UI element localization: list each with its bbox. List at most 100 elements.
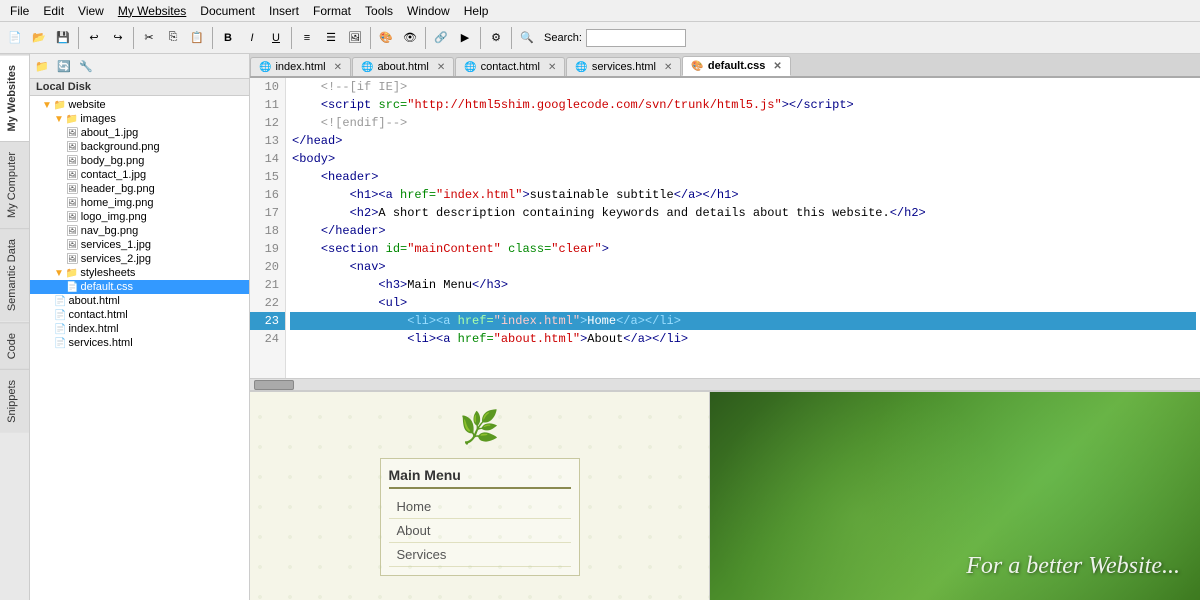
toolbar-preview[interactable]: 👁: [399, 27, 421, 49]
file-label: contact_1.jpg: [81, 169, 146, 181]
sidebar-item-my-websites[interactable]: My Websites: [0, 54, 29, 141]
image-icon: 🖼: [66, 142, 79, 153]
menu-format[interactable]: Format: [307, 2, 357, 20]
sidebar-item-code[interactable]: Code: [0, 322, 29, 369]
code-line-21: <h3>Main Menu</h3>: [290, 276, 1196, 294]
list-item[interactable]: 📄 about.html: [30, 294, 249, 308]
toolbar-more2[interactable]: ⚙: [485, 27, 507, 49]
tab-services-html[interactable]: 🌐 services.html ✕: [566, 57, 681, 76]
toolbar-bold[interactable]: B: [217, 27, 239, 49]
toolbar-find[interactable]: 🔍: [516, 27, 538, 49]
toolbar-save[interactable]: 💾: [52, 27, 74, 49]
list-item[interactable]: 📄 services.html: [30, 336, 249, 350]
toolbar-copy[interactable]: ⎘: [162, 27, 184, 49]
file-label: about.html: [68, 295, 119, 307]
tab-index-html[interactable]: 🌐 index.html ✕: [250, 57, 351, 76]
file-label: logo_img.png: [81, 211, 147, 223]
toolbar-redo[interactable]: ↪: [107, 27, 129, 49]
list-item[interactable]: ▼ 📁 stylesheets: [30, 266, 249, 280]
tab-close-contact[interactable]: ✕: [548, 62, 556, 73]
line-num-14: 14: [250, 150, 285, 168]
list-item[interactable]: 📄 default.css: [30, 280, 249, 294]
toolbar-list-ul[interactable]: ☰: [320, 27, 342, 49]
search-input[interactable]: [586, 29, 686, 47]
sidebar-item-my-computer[interactable]: My Computer: [0, 141, 29, 228]
list-item[interactable]: 🖼 nav_bg.png: [30, 224, 249, 238]
horizontal-scrollbar[interactable]: [250, 378, 1200, 390]
toolbar-link[interactable]: 🔗: [430, 27, 452, 49]
list-item[interactable]: 🖼 contact_1.jpg: [30, 168, 249, 182]
css-icon: 🎨: [691, 61, 703, 72]
line-num-23: 23: [250, 312, 285, 330]
tab-close-index[interactable]: ✕: [334, 62, 342, 73]
menu-help[interactable]: Help: [458, 2, 495, 20]
html-file-icon: 📄: [54, 310, 66, 321]
list-item[interactable]: 🖼 services_2.jpg: [30, 252, 249, 266]
list-item[interactable]: 📄 contact.html: [30, 308, 249, 322]
tab-close-css[interactable]: ✕: [773, 61, 781, 72]
tab-default-css[interactable]: 🎨 default.css ✕: [682, 56, 790, 76]
toolbar-image[interactable]: 🖼: [344, 27, 366, 49]
photo-overlay-text: For a better Website...: [966, 553, 1180, 580]
menu-document[interactable]: Document: [194, 2, 261, 20]
line-num-19: 19: [250, 240, 285, 258]
list-item[interactable]: ▼ 📁 images: [30, 112, 249, 126]
file-label: services_1.jpg: [81, 239, 151, 251]
file-panel-filter[interactable]: 🔧: [76, 56, 96, 76]
code-line-20: <nav>: [290, 258, 1196, 276]
collapse-icon: ▼: [54, 268, 64, 279]
code-content[interactable]: <!--[if IE]> <script src="http://html5sh…: [286, 78, 1200, 378]
toolbar-italic[interactable]: I: [241, 27, 263, 49]
sidebar-item-semantic-data[interactable]: Semantic Data: [0, 228, 29, 321]
toolbar-paste[interactable]: 📋: [186, 27, 208, 49]
folder-icon: 📁: [54, 100, 66, 111]
line-numbers: 10 11 12 13 14 15 16 17 18 19 20 21 22 2…: [250, 78, 286, 378]
toolbar-sep-8: [511, 27, 512, 49]
menu-view[interactable]: View: [72, 2, 110, 20]
html-icon: 🌐: [575, 62, 587, 73]
toolbar-cut[interactable]: ✂: [138, 27, 160, 49]
menu-bar: File Edit View My Websites Document Inse…: [0, 0, 1200, 22]
list-item[interactable]: 📄 index.html: [30, 322, 249, 336]
local-disk-label: Local Disk: [30, 79, 249, 96]
toolbar-color[interactable]: 🎨: [375, 27, 397, 49]
toolbar-undo[interactable]: ↩: [83, 27, 105, 49]
html-icon: 🌐: [464, 62, 476, 73]
tab-about-html[interactable]: 🌐 about.html ✕: [352, 57, 454, 76]
menu-my-websites[interactable]: My Websites: [112, 2, 192, 20]
file-panel-new-folder[interactable]: 📁: [32, 56, 52, 76]
code-line-22: <ul>: [290, 294, 1196, 312]
tab-contact-html[interactable]: 🌐 contact.html ✕: [455, 57, 565, 76]
file-label: body_bg.png: [81, 155, 145, 167]
list-item[interactable]: ▼ 📁 website: [30, 98, 249, 112]
list-item[interactable]: 🖼 services_1.jpg: [30, 238, 249, 252]
list-item[interactable]: 🖼 background.png: [30, 140, 249, 154]
menu-file[interactable]: File: [4, 2, 35, 20]
list-item[interactable]: 🖼 body_bg.png: [30, 154, 249, 168]
list-item[interactable]: 🖼 home_img.png: [30, 196, 249, 210]
image-icon: 🖼: [66, 240, 79, 251]
image-icon: 🖼: [66, 226, 79, 237]
collapse-icon: ▼: [42, 100, 52, 111]
tab-close-services[interactable]: ✕: [664, 62, 672, 73]
tab-label: services.html: [592, 61, 656, 73]
sidebar-item-snippets[interactable]: Snippets: [0, 369, 29, 433]
menu-window[interactable]: Window: [401, 2, 456, 20]
toolbar-more1[interactable]: ▶: [454, 27, 476, 49]
toolbar-open[interactable]: 📂: [28, 27, 50, 49]
file-label: website: [68, 99, 105, 111]
file-panel: 📁 🔄 🔧 Local Disk ▼ 📁 website ▼ 📁 images: [30, 54, 250, 600]
menu-insert[interactable]: Insert: [263, 2, 305, 20]
list-item[interactable]: 🖼 logo_img.png: [30, 210, 249, 224]
menu-edit[interactable]: Edit: [37, 2, 70, 20]
scrollbar-thumb[interactable]: [254, 380, 294, 390]
toolbar-new[interactable]: 📄: [4, 27, 26, 49]
tab-close-about[interactable]: ✕: [437, 62, 445, 73]
menu-tools[interactable]: Tools: [359, 2, 399, 20]
list-item[interactable]: 🖼 header_bg.png: [30, 182, 249, 196]
list-item[interactable]: 🖼 about_1.jpg: [30, 126, 249, 140]
search-label: Search:: [544, 32, 582, 44]
toolbar-list-ol[interactable]: ≡: [296, 27, 318, 49]
toolbar-underline[interactable]: U: [265, 27, 287, 49]
file-panel-refresh[interactable]: 🔄: [54, 56, 74, 76]
